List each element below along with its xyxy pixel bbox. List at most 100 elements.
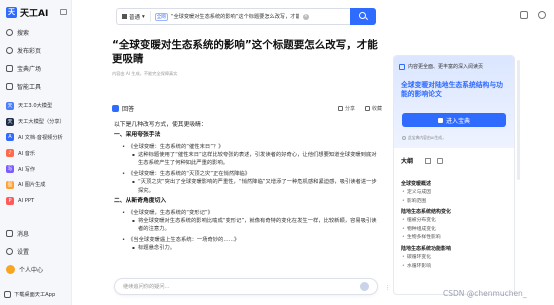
outline-item[interactable]: 物种组成变化 [401,226,509,235]
search-icon [359,12,366,19]
sidebar-item-publish[interactable]: 发布彩页 [6,41,41,59]
search-bar: 普通 ▾ 全网 “全球变暖对生态系统的影响”这个标题要怎么改写，才能更吸睛 × [116,8,376,25]
sidebar-item-tools[interactable]: 智能工具 [6,77,41,95]
send-icon[interactable] [360,282,369,291]
sub-bullet-item: 标题悬念引力。 [114,244,380,252]
outline-item[interactable]: 定义与成因 [401,189,509,198]
chevron-down-icon: ▾ [142,13,145,20]
outline-item[interactable]: 植被分布变化 [401,217,509,226]
collect-label: 收藏 [371,106,382,112]
tool-item[interactable]: 图 AI 图片生成 [6,177,65,193]
book-icon [399,63,405,70]
settings-icon [6,247,13,255]
outline-item[interactable]: 生物多样性影响 [401,234,509,243]
brand[interactable]: 天 天工AI [6,6,48,19]
tool-item[interactable]: 写 AI 写作 [6,161,65,177]
tool-item[interactable]: ♪ AI 音乐 [6,145,65,161]
section-heading: 一、采用夸张手法 [114,132,161,138]
model-share-icon: 天 [6,117,14,126]
tool-label: AI 图片生成 [18,182,46,189]
bullet-item: 《全球变暖：生态系统的“灭顶之灾”正在悄然降临》 [114,170,380,178]
collect-button[interactable]: 收藏 [364,105,382,112]
collapse-panel-icon[interactable] [520,11,528,19]
history-icon[interactable] [538,11,546,19]
writing-icon: 写 [6,165,14,174]
download-app-button[interactable]: 下载桌面天工App [4,289,68,300]
watermark: CSDN @chenmuchen_ [443,289,527,298]
promo-header: 内容更全面、更丰富的深入阅读页 [399,63,483,70]
info-icon [402,136,406,140]
enter-guide-button[interactable]: 进入宝典 [402,113,506,127]
sidebar-item-messages[interactable]: 消息 [6,224,43,242]
outline-section[interactable]: 陆地生态系统功能影响 [401,245,509,254]
search-scope-badge[interactable]: 全网 [154,12,168,21]
outline-section[interactable]: 全球变暖概述 [401,180,509,189]
sidebar-bottom: 消息 设置 个人中心 [6,224,43,278]
tool-label: AI 音乐 [18,150,36,157]
outline-section[interactable]: 陆地生态系统结构变化 [401,208,509,217]
tools-icon [6,82,13,90]
answer-heading: 回答 [112,104,134,113]
sidebar-nav: 搜索 发布彩页 宝典广场 智能工具 [6,23,41,95]
publish-icon [6,46,13,54]
section-heading: 二、从新奇角度切入 [114,197,167,204]
share-button[interactable]: 分享 [337,105,355,112]
outline-list: 全球变暖概述 定义与成因 影响范围 陆地生态系统结构变化 植被分布变化 物种组成… [401,178,509,271]
sidebar-item-settings[interactable]: 设置 [6,242,43,260]
sidebar-item-label: 设置 [17,248,30,256]
tool-item[interactable]: A AI 文档·音视频分析 [6,130,65,146]
tool-label: 天工大模型（分享） [18,119,65,126]
sidebar-item-square[interactable]: 宝典广场 [6,59,41,77]
tool-item[interactable]: P AI PPT [6,193,65,209]
sidebar-item-profile[interactable]: 个人中心 [6,260,43,278]
sub-bullet-item: “灭顶之灾”突出了全球变暖影响的严重性，“悄然降临”又增添了一种危机感和紧迫感，… [114,178,380,194]
bullet-item: 《全球变暖，生态系统的“变形记”》 [114,209,380,217]
ppt-icon: P [6,196,14,205]
follow-up-input[interactable]: 继续追问你的疑问... [114,278,378,295]
tool-label: 天工3.0大模型 [18,103,53,110]
answer-icon [112,105,119,112]
tools-list: 天 天工3.0大模型 天 天工大模型（分享） A AI 文档·音视频分析 ♪ A… [6,98,65,209]
brand-name: 天工AI [20,9,49,19]
more-options-icon[interactable]: ⋮ [385,285,390,293]
message-icon [6,229,13,237]
article-header: “全球变暖对生态系统的影响”这个标题要怎么改写，才能更吸睛 内容由 AI 生成，… [112,38,384,77]
promo-title[interactable]: 全球变暖对陆地生态系统结构与功能的影响论文 [401,81,509,99]
answer-intro: 以下是几种改写方式，使其更吸睛： [114,122,207,128]
sidebar-collapse-icon[interactable] [60,9,67,15]
clear-icon[interactable]: × [302,13,309,20]
answer-bar: 回答 分享 收藏 [112,104,382,113]
sidebar-item-label: 个人中心 [19,266,44,274]
avatar [6,264,15,274]
sub-bullet-item: 将全球变暖对生态系统的影响比喻成“变形记”，就像有奇特的变化在发生一样，比较新颖… [114,217,380,233]
search-icon [6,28,13,36]
tool-item[interactable]: 天 天工3.0大模型 [6,98,65,114]
sidebar-item-label: 智能工具 [17,83,42,91]
outline-item[interactable]: 碳循环变化 [401,254,509,263]
mindmap-view-icon[interactable] [437,157,444,164]
list-view-icon[interactable] [425,157,432,164]
answer-actions: 分享 收藏 [337,105,382,112]
sidebar-item-label: 消息 [17,230,30,238]
share-label: 分享 [344,106,355,112]
sidebar-item-label: 搜索 [17,29,30,37]
outline-item[interactable]: 影响范围 [401,198,509,207]
search-input[interactable]: “全球变暖对生态系统的影响”这个标题要怎么改写，才能更吸睛 [171,13,299,20]
search-button[interactable] [350,8,376,25]
bullet-item: 《当全球变暖遇上生态系统：一场奇妙的……》 [114,236,380,244]
brand-logo-icon: 天 [6,7,17,18]
model-icon: 天 [6,101,14,110]
share-icon [337,106,343,111]
tool-label: AI PPT [18,197,35,204]
follow-up-placeholder: 继续追问你的疑问... [123,284,170,290]
search-mode-select[interactable]: 普通 ▾ [117,11,151,22]
tool-item[interactable]: 天 天工大模型（分享） [6,114,65,130]
outline-header: 大纲 [401,156,509,165]
star-icon [364,106,370,111]
panel-scrollbar[interactable] [517,60,520,180]
promo-note-text: 此宝典内容由AI生成， [408,135,446,140]
sidebar-item-search[interactable]: 搜索 [6,23,41,41]
outline-item[interactable]: 水循环影响 [401,263,509,272]
tool-label: AI 文档·音视频分析 [18,134,63,141]
desktop-icon [4,291,11,298]
